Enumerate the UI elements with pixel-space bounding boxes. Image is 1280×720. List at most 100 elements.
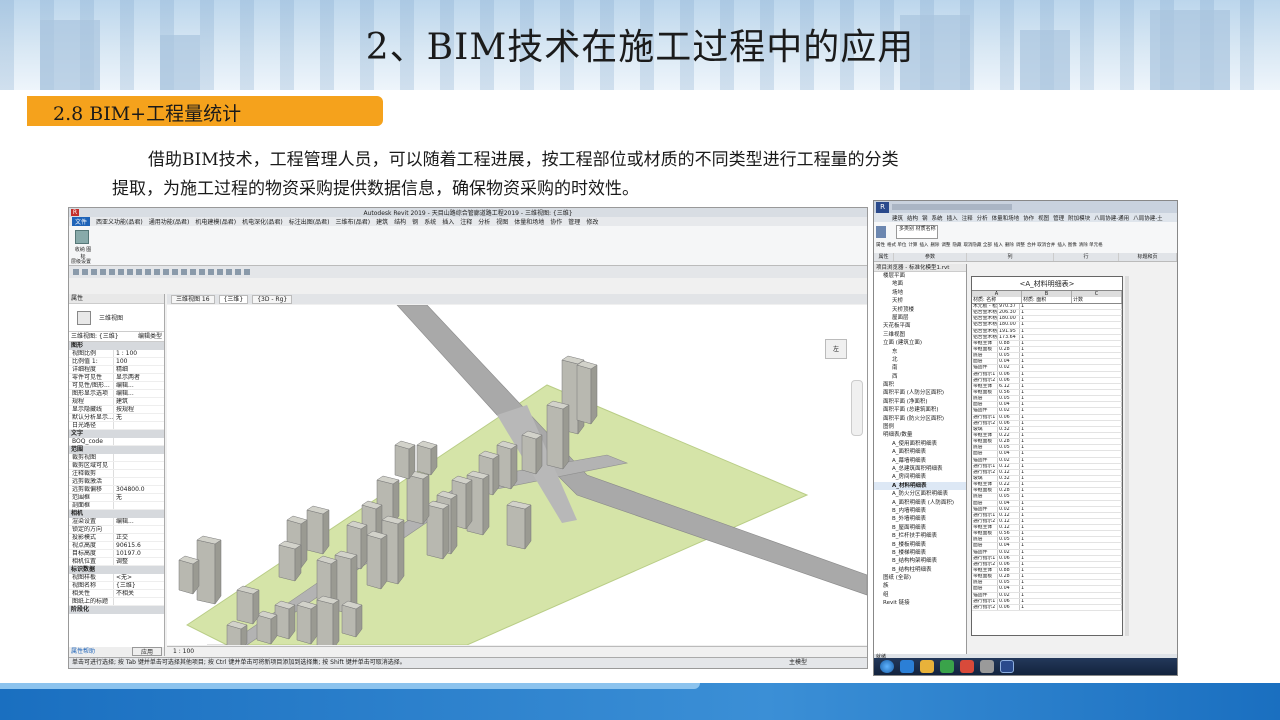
browser-item[interactable]: B_栏杆扶手明细表 [874, 532, 966, 540]
toolbar-icon[interactable] [127, 269, 133, 275]
schedule-scrollbar[interactable] [1125, 276, 1129, 636]
toolbar-icon[interactable] [181, 269, 187, 275]
browser-item[interactable]: 图纸 (全部) [874, 574, 966, 582]
ribbon-tab[interactable]: 文件 [72, 217, 91, 226]
column-header[interactable]: 材质: 名称 [972, 297, 1022, 303]
property-value[interactable] [113, 598, 164, 605]
browser-item[interactable]: 明细表/数量 [874, 431, 966, 439]
ribbon-button[interactable]: 插入 图像 [1057, 242, 1076, 248]
view-tab[interactable]: {3D - Rg} [252, 294, 293, 304]
browser-item[interactable]: 图例 [874, 423, 966, 431]
ribbon-tab[interactable]: 附加模块 [1068, 214, 1090, 222]
property-value[interactable] [113, 502, 164, 509]
ribbon-tab[interactable]: 钢 [412, 217, 418, 226]
browser-item[interactable]: 面积 [874, 381, 966, 389]
browser-item[interactable]: 场地 [874, 289, 966, 297]
ribbon-tab[interactable]: 体量和场地 [992, 214, 1020, 222]
start-button-icon[interactable] [880, 660, 894, 673]
toolbar-icon[interactable] [226, 269, 232, 275]
property-value[interactable] [113, 454, 164, 461]
property-value[interactable]: 编辑... [113, 518, 164, 525]
ribbon-tab[interactable]: 视图 [1038, 214, 1049, 222]
browser-item[interactable]: 立面 (建筑立面) [874, 339, 966, 347]
ribbon-tab[interactable]: 西亚义功能(品君) [96, 217, 143, 226]
ribbon-tab[interactable]: 协作 [1023, 214, 1034, 222]
toolbar-icon[interactable] [100, 269, 106, 275]
toolbar-icon[interactable] [190, 269, 196, 275]
property-group-header[interactable]: 标识数据 [69, 566, 164, 574]
ribbon-tab[interactable]: 结构 [394, 217, 406, 226]
ribbon-tab[interactable]: 分析 [478, 217, 490, 226]
ribbon-button[interactable]: 删除 [1005, 242, 1014, 248]
app-icon[interactable] [980, 660, 994, 673]
ribbon-button[interactable]: 删除 [930, 242, 939, 248]
browser-item[interactable]: B_结构柱明细表 [874, 566, 966, 574]
property-value[interactable]: 正交 [113, 534, 164, 541]
ribbon-button[interactable]: 隐藏 [952, 242, 961, 248]
browser-item[interactable]: A_防火分区面积明细表 [874, 490, 966, 498]
collapse-icon[interactable] [75, 230, 89, 244]
browser-item[interactable]: B_外墙明细表 [874, 515, 966, 523]
ribbon-button[interactable]: 合并 取消合并 [1027, 242, 1055, 248]
browser-item[interactable]: 面积平面 (人防分区面积) [874, 389, 966, 397]
ribbon-button[interactable]: 计算 [908, 242, 917, 248]
toolbar-icon[interactable] [208, 269, 214, 275]
ribbon-button[interactable]: 属性 [876, 242, 885, 248]
browser-icon[interactable] [900, 660, 914, 673]
browser-item[interactable]: A_面积明细表 [874, 448, 966, 456]
ribbon-tab[interactable]: 插入 [947, 214, 958, 222]
property-value[interactable]: <无> [113, 574, 164, 581]
toolbar-icon[interactable] [136, 269, 142, 275]
property-group-header[interactable]: 阶段化 [69, 606, 164, 614]
app-icon[interactable] [960, 660, 974, 673]
ribbon-tab[interactable]: 管理 [1053, 214, 1064, 222]
property-value[interactable]: 10197.0 [113, 550, 164, 557]
browser-item[interactable]: A_材料明细表 [874, 481, 966, 491]
property-value[interactable]: 调整 [113, 558, 164, 565]
ribbon-button[interactable]: 调整 [941, 242, 950, 248]
property-value[interactable] [113, 526, 164, 533]
browser-item[interactable]: 天桥 [874, 297, 966, 305]
type-selector[interactable]: 多类别 材质名称 [896, 225, 938, 239]
ribbon-tab[interactable]: 标注出图(品君) [289, 217, 330, 226]
ribbon-tab[interactable]: 八局协建-通用 [1094, 214, 1129, 222]
apply-button[interactable]: 应用 [131, 647, 162, 656]
browser-item[interactable]: B_楼板明细表 [874, 541, 966, 549]
ribbon-tab[interactable]: 建筑 [892, 214, 903, 222]
browser-item[interactable]: 地面 [874, 280, 966, 288]
app-icon[interactable] [940, 660, 954, 673]
browser-item[interactable]: A_幕墙明细表 [874, 457, 966, 465]
browser-item[interactable]: A_面积明细表 (人防面积) [874, 499, 966, 507]
properties-icon[interactable] [876, 226, 886, 238]
ribbon-tab[interactable]: 三维布(品君) [335, 217, 370, 226]
browser-item[interactable]: B_内墙明细表 [874, 507, 966, 515]
ribbon-tab[interactable]: 管理 [568, 217, 580, 226]
ribbon-tab[interactable]: 建筑 [376, 217, 388, 226]
toolbar-icon[interactable] [199, 269, 205, 275]
ribbon-tab[interactable]: 插入 [442, 217, 454, 226]
view-selector[interactable]: 三维视图: {三维} [71, 332, 119, 341]
browser-item[interactable]: 面积平面 (净面积) [874, 398, 966, 406]
view-tab[interactable]: 三维视图 16 [171, 294, 215, 304]
ribbon-tab[interactable]: 机电建模(品君) [195, 217, 236, 226]
ribbon-button[interactable]: 插入 [994, 242, 1003, 248]
property-group-header[interactable]: 图形 [69, 342, 164, 350]
property-value[interactable]: 100 [113, 358, 164, 365]
ribbon-tab[interactable]: 机电深化(品君) [242, 217, 283, 226]
property-value[interactable] [113, 470, 164, 477]
table-row[interactable]: 通行指示2 0.06 1 [972, 604, 1122, 612]
browser-item[interactable]: 族 [874, 582, 966, 590]
browser-item[interactable]: 楼层平面 [874, 272, 966, 280]
column-header[interactable]: 材质: 面积 [1022, 297, 1072, 303]
browser-item[interactable]: B_屋面明细表 [874, 524, 966, 532]
property-value[interactable]: 显示两者 [113, 374, 164, 381]
toolbar-icon[interactable] [235, 269, 241, 275]
ribbon-tab[interactable]: 注释 [962, 214, 973, 222]
revit-taskbar-icon[interactable] [1000, 660, 1014, 673]
toolbar-icon[interactable] [163, 269, 169, 275]
toolbar-icon[interactable] [82, 269, 88, 275]
property-value[interactable]: 无 [113, 494, 164, 501]
browser-item[interactable]: 面积平面 (总建筑面积) [874, 406, 966, 414]
ribbon-tab[interactable]: 系统 [932, 214, 943, 222]
ribbon-tab[interactable]: 通用功能(品君) [149, 217, 190, 226]
